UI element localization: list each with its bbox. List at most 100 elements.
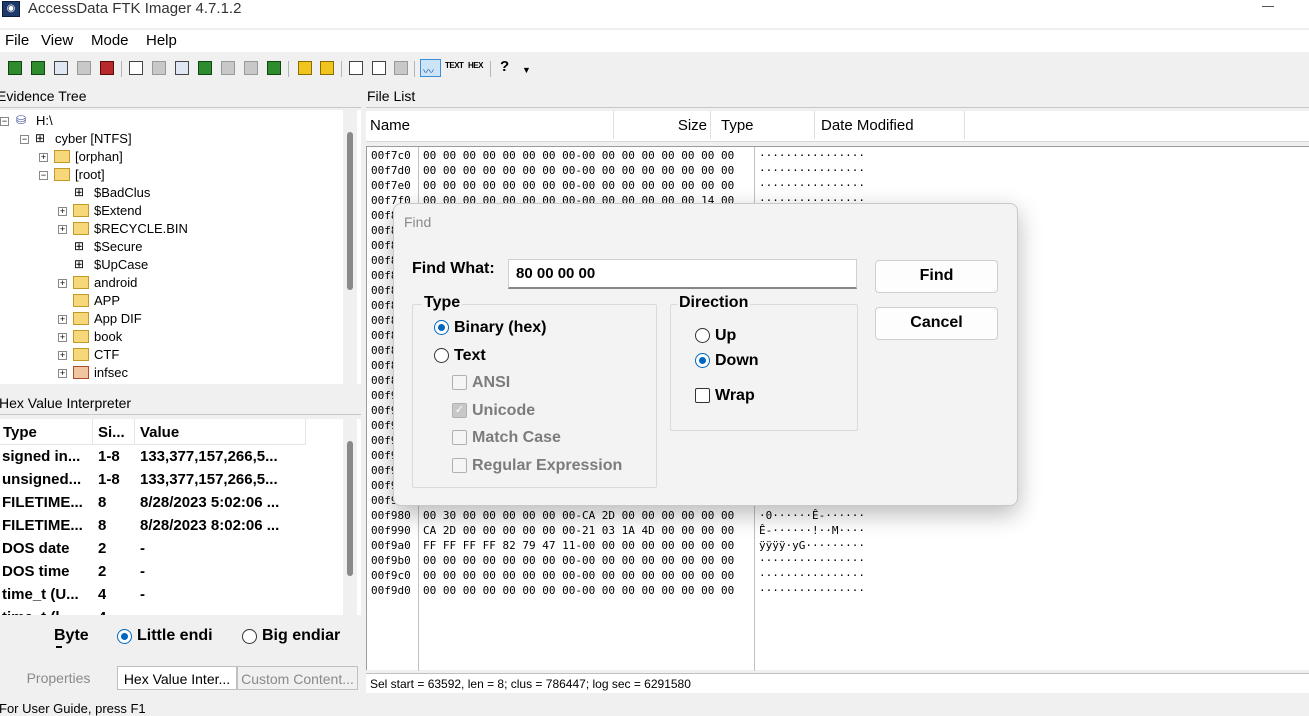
hex-row[interactable]: 00f9c0 00 00 00 00 00 00 00 00-00 00 00 0… (367, 569, 1297, 584)
find-what-input[interactable]: 80 00 00 00 (508, 259, 857, 289)
little-endian-radio[interactable] (117, 629, 132, 644)
hex-ascii: ················ (759, 149, 865, 162)
add-evidence-icon[interactable] (6, 59, 24, 77)
hex-row[interactable]: 00f990 CA 2D 00 00 00 00 00 00-21 03 1A 4… (367, 524, 1297, 539)
column-header-value[interactable]: Value (140, 424, 179, 441)
find-button[interactable]: Find (875, 260, 998, 293)
chevron-down-icon[interactable]: ▼ (522, 65, 531, 75)
selection-status: Sel start = 63592, len = 8; clus = 78644… (366, 673, 1309, 693)
regular-expression-checkbox[interactable] (452, 458, 467, 473)
big-endian-label[interactable]: Big endiar (262, 627, 341, 645)
down-radio[interactable] (695, 353, 710, 368)
menu-view[interactable]: View (41, 32, 73, 49)
ansi-label: ANSI (472, 374, 511, 391)
image-mounting-icon[interactable] (52, 59, 70, 77)
binary-hex-label[interactable]: Binary (hex) (454, 319, 546, 337)
folder-icon (54, 168, 70, 181)
text-label[interactable]: Text (454, 347, 486, 365)
hex-row[interactable]: 00f9d0 00 00 00 00 00 00 00 00-00 00 00 0… (367, 584, 1297, 599)
binary-hex-radio[interactable] (434, 320, 449, 335)
hex-offset: 00f990 (371, 524, 411, 537)
column-header-name[interactable]: Name (366, 111, 614, 139)
column-header-type[interactable]: Type (711, 111, 815, 139)
column-header-type[interactable]: Type (3, 424, 37, 441)
export-logical-image-icon[interactable] (173, 59, 191, 77)
export-directory-listing-icon[interactable] (392, 59, 410, 77)
tab-hex-value-interpreter[interactable]: Hex Value Inter... (117, 666, 237, 690)
little-endian-label[interactable]: Little endi (137, 627, 213, 645)
hex-row[interactable]: 00f9b0 00 00 00 00 00 00 00 00-00 00 00 0… (367, 554, 1297, 569)
file-list-header: File List (366, 84, 1309, 108)
export-files-icon[interactable] (347, 59, 365, 77)
folder-icon (73, 276, 89, 289)
byte-order-label: Byte (54, 627, 89, 644)
tab-custom-content[interactable]: Custom Content... (237, 666, 358, 690)
cancel-button[interactable]: Cancel (875, 307, 998, 340)
hex-interpreter-scrollbar[interactable] (343, 419, 357, 615)
dialog-title: Find (404, 214, 432, 230)
hex-ascii: ·0······Ê-······ (759, 509, 865, 522)
up-label[interactable]: Up (715, 327, 736, 345)
evidence-tree-scrollbar[interactable] (343, 110, 357, 384)
text-view-button[interactable]: TEXT (445, 61, 464, 70)
ftk-app-icon: ◉ (2, 1, 20, 17)
hex-view-button[interactable]: HEX (468, 61, 483, 70)
hex-offset: 00f980 (371, 509, 411, 522)
hex-row[interactable]: 00f9a0 FF FF FF FF 82 79 47 11-00 00 00 0… (367, 539, 1297, 554)
column-header-size[interactable]: Si... (98, 424, 125, 441)
regular-expression-label: Regular Expression (472, 457, 623, 474)
hex-offset: 00f9a0 (371, 539, 411, 552)
folder-icon (73, 222, 89, 235)
help-icon[interactable]: ? (500, 58, 509, 75)
hex-row[interactable]: 00f7c0 00 00 00 00 00 00 00 00-00 00 00 0… (367, 149, 1297, 164)
hex-offset: 00f9c0 (371, 569, 411, 582)
remove-evidence-icon[interactable] (75, 59, 93, 77)
create-disk-image-icon[interactable] (127, 59, 145, 77)
tab-properties[interactable]: Properties (0, 666, 117, 690)
remove-all-evidence-icon[interactable] (98, 59, 116, 77)
title-bar: ◉ AccessData FTK Imager 4.7.1.2 (0, 0, 1309, 28)
add-all-evidence-icon[interactable] (29, 59, 47, 77)
wrap-label[interactable]: Wrap (715, 387, 755, 405)
unicode-label: Unicode (472, 402, 536, 419)
wrap-checkbox[interactable] (695, 388, 710, 403)
toolbar: 〰 TEXT HEX ? ▼ (0, 57, 1309, 81)
export-file-hash-icon[interactable] (370, 59, 388, 77)
hex-offset: 00f9d0 (371, 584, 411, 597)
hex-offset: 00f7d0 (371, 164, 411, 177)
hex-offset: 00f7c0 (371, 149, 411, 162)
up-radio[interactable] (695, 328, 710, 343)
detect-encryption-icon[interactable] (318, 59, 336, 77)
verify-drive-icon[interactable] (242, 59, 260, 77)
add-to-custom-content-icon[interactable] (196, 59, 214, 77)
hex-row[interactable]: 00f980 00 30 00 00 00 00 00 00-CA 2D 00 0… (367, 509, 1297, 524)
bottom-tab-bar: Properties Hex Value Inter... Custom Con… (0, 666, 361, 690)
menu-mode[interactable]: Mode (91, 32, 129, 49)
menu-file[interactable]: File (5, 32, 29, 49)
unicode-checkbox[interactable]: ✓ (452, 403, 467, 418)
match-case-checkbox[interactable] (452, 430, 467, 445)
column-header-date-modified[interactable]: Date Modified (815, 111, 965, 139)
obtain-protected-files-icon[interactable] (296, 59, 314, 77)
hex-ascii: ················ (759, 179, 865, 192)
hex-bytes: 00 00 00 00 00 00 00 00-00 00 00 00 00 0… (423, 554, 735, 567)
hex-row[interactable]: 00f7d0 00 00 00 00 00 00 00 00-00 00 00 0… (367, 164, 1297, 179)
ansi-checkbox[interactable] (452, 375, 467, 390)
find-what-label: Find What: (412, 260, 495, 277)
export-disk-image-icon[interactable] (150, 59, 168, 77)
capture-memory-icon[interactable] (265, 59, 283, 77)
hex-interpreter-header: Hex Value Interpreter (0, 391, 361, 415)
hex-row[interactable]: 00f7e0 00 00 00 00 00 00 00 00-00 00 00 0… (367, 179, 1297, 194)
find-dialog: Find Find What: 80 00 00 00 Type Binary … (393, 203, 1018, 506)
text-radio[interactable] (434, 348, 449, 363)
minimize-icon[interactable] (1262, 6, 1274, 7)
menu-help[interactable]: Help (146, 32, 177, 49)
create-custom-content-icon[interactable] (219, 59, 237, 77)
hex-offset: 00f7e0 (371, 179, 411, 192)
ftk-imager-window: ◉ AccessData FTK Imager 4.7.1.2 File Vie… (0, 0, 1309, 716)
down-label[interactable]: Down (715, 352, 759, 370)
auto-view-icon[interactable]: 〰 (420, 59, 441, 78)
hex-bytes: 00 00 00 00 00 00 00 00-00 00 00 00 00 0… (423, 569, 735, 582)
big-endian-radio[interactable] (242, 629, 257, 644)
column-header-size[interactable]: Size (614, 111, 711, 139)
